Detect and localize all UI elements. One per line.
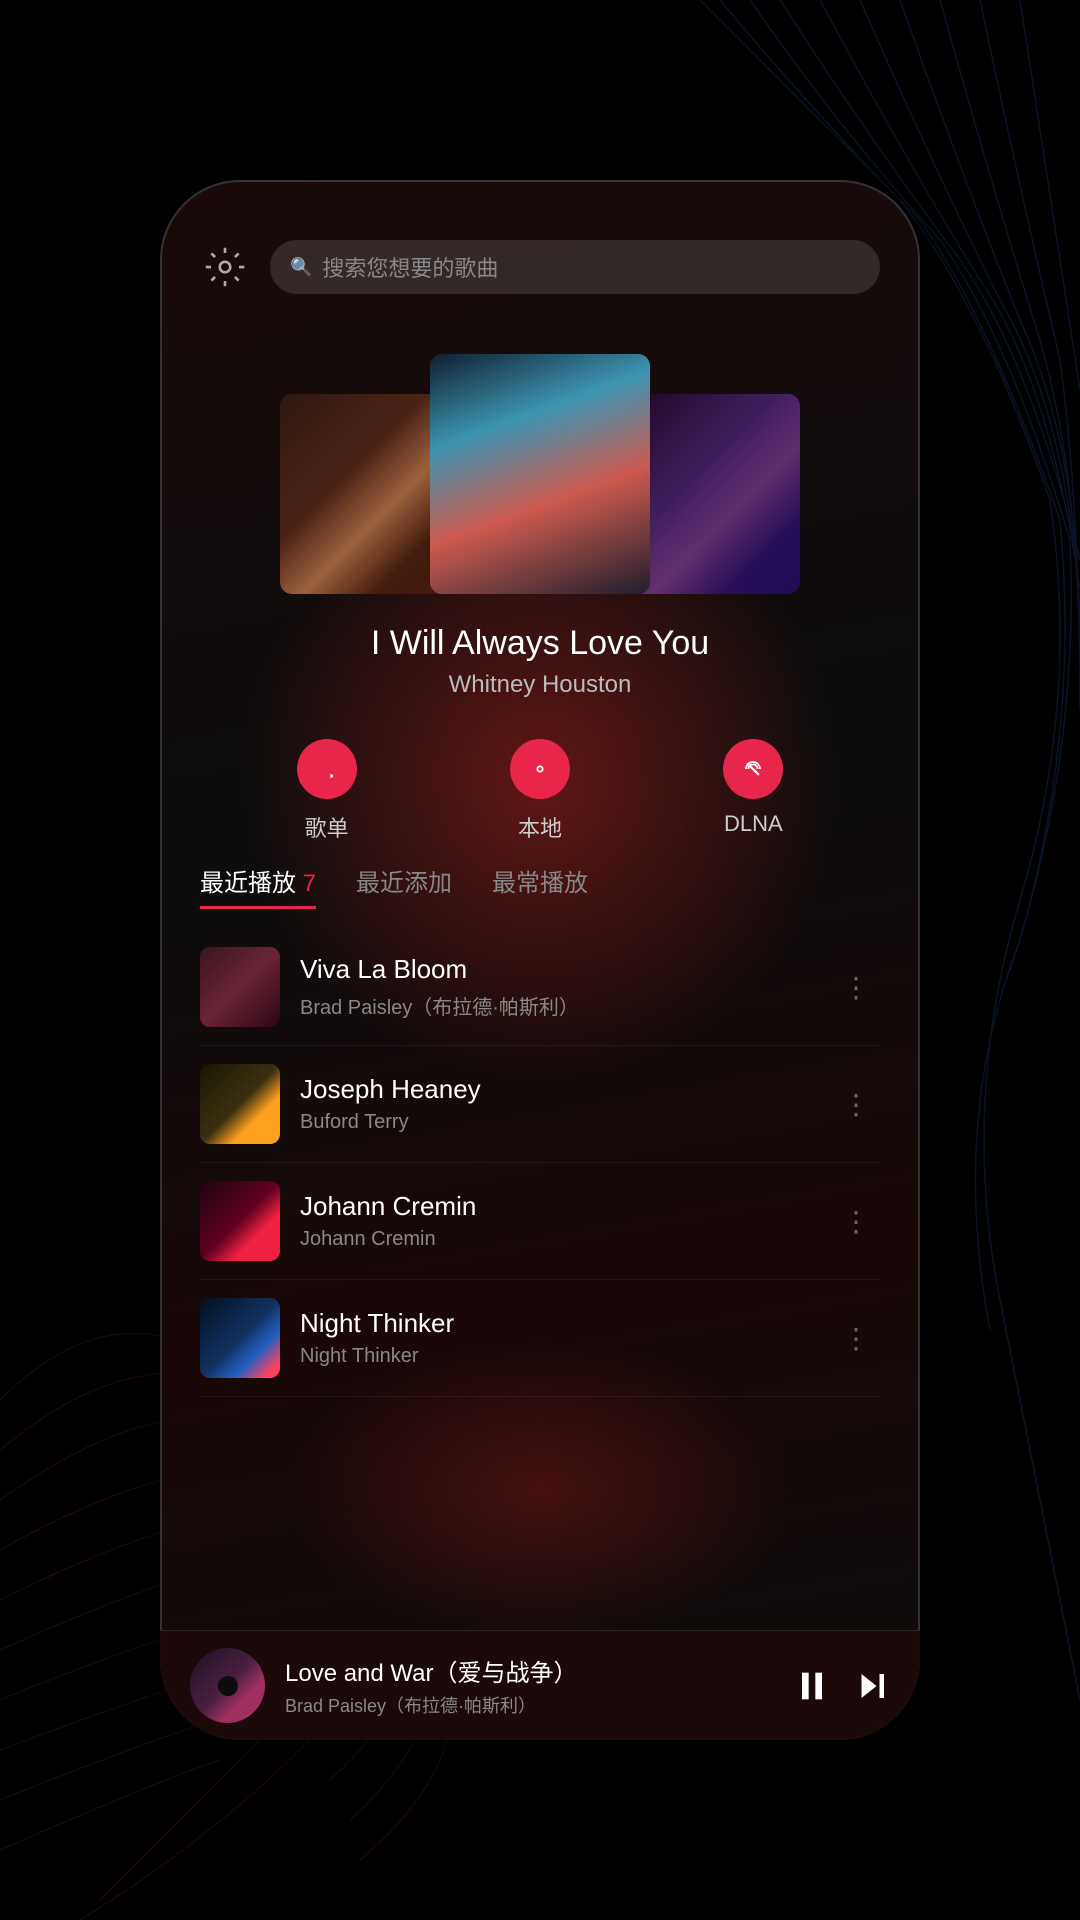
song-artist-3: Night Thinker xyxy=(300,1345,812,1368)
featured-song-info: I Will Always Love You Whitney Houston xyxy=(160,594,920,709)
dlna-icon xyxy=(723,739,783,799)
album-card-right[interactable] xyxy=(630,394,800,594)
search-placeholder: 搜索您想要的歌曲 xyxy=(322,251,498,283)
album-art-right xyxy=(630,394,800,594)
more-button-3[interactable]: ⋮ xyxy=(832,1312,880,1365)
song-item-0[interactable]: Viva La Bloom Brad Paisley（布拉德·帕斯利） ⋮ xyxy=(200,929,880,1046)
featured-song-artist: Whitney Houston xyxy=(160,671,920,699)
nav-tab-local[interactable]: 本地 xyxy=(510,739,570,843)
more-button-2[interactable]: ⋮ xyxy=(832,1195,880,1248)
song-details-1: Joseph Heaney Buford Terry xyxy=(300,1074,812,1134)
local-icon xyxy=(510,739,570,799)
list-section: 最近播放 7 最近添加 最常播放 Viva La Bloom Brad Pais… xyxy=(160,863,920,1397)
song-thumb-0 xyxy=(200,947,280,1027)
playlist-icon xyxy=(297,739,357,799)
tab-recent[interactable]: 最近播放 7 xyxy=(200,863,316,909)
more-button-0[interactable]: ⋮ xyxy=(832,961,880,1014)
song-name-1: Joseph Heaney xyxy=(300,1074,812,1105)
nav-tab-local-label: 本地 xyxy=(518,811,562,843)
search-bar[interactable]: 🔍 搜索您想要的歌曲 xyxy=(270,240,880,294)
album-art-center xyxy=(430,354,650,594)
tab-added[interactable]: 最近添加 xyxy=(356,863,452,909)
settings-button[interactable] xyxy=(200,242,250,292)
now-playing-title: Love and War（爱与战争） xyxy=(285,1653,769,1688)
tab-recent-count: 7 xyxy=(303,870,316,897)
now-playing-thumb xyxy=(190,1648,265,1723)
tab-recent-label: 最近播放 xyxy=(200,870,296,897)
header: 🔍 搜索您想要的歌曲 xyxy=(160,180,920,314)
song-item-2[interactable]: Johann Cremin Johann Cremin ⋮ xyxy=(200,1163,880,1280)
nav-tab-playlist[interactable]: 歌单 xyxy=(297,739,357,843)
nav-tab-dlna-label: DLNA xyxy=(724,811,783,837)
song-details-2: Johann Cremin Johann Cremin xyxy=(300,1191,812,1251)
song-artist-1: Buford Terry xyxy=(300,1111,812,1134)
song-item-1[interactable]: Joseph Heaney Buford Terry ⋮ xyxy=(200,1046,880,1163)
song-artist-2: Johann Cremin xyxy=(300,1228,812,1251)
album-art-left xyxy=(280,394,450,594)
phone-container: 🔍 搜索您想要的歌曲 I Will Always Love You Whitne… xyxy=(160,180,920,1740)
song-thumb-art-0 xyxy=(200,947,280,1027)
song-thumb-3 xyxy=(200,1298,280,1378)
song-thumb-2 xyxy=(200,1181,280,1261)
nav-tabs: 歌单 本地 DLNA xyxy=(160,709,920,863)
featured-song-title: I Will Always Love You xyxy=(160,624,920,663)
album-card-left[interactable] xyxy=(280,394,450,594)
search-icon: 🔍 xyxy=(290,257,312,278)
song-thumb-art-3 xyxy=(200,1298,280,1378)
song-item-3[interactable]: Night Thinker Night Thinker ⋮ xyxy=(200,1280,880,1397)
now-playing-bar: Love and War（爱与战争） Brad Paisley（布拉德·帕斯利） xyxy=(160,1630,920,1740)
next-button[interactable] xyxy=(854,1668,890,1704)
player-controls xyxy=(789,1666,890,1706)
album-carousel xyxy=(160,314,920,594)
song-details-0: Viva La Bloom Brad Paisley（布拉德·帕斯利） xyxy=(300,954,812,1020)
now-playing-info: Love and War（爱与战争） Brad Paisley（布拉德·帕斯利） xyxy=(285,1653,769,1718)
song-name-3: Night Thinker xyxy=(300,1308,812,1339)
song-thumb-art-2 xyxy=(200,1181,280,1261)
pause-button[interactable] xyxy=(789,1666,834,1706)
nav-tab-playlist-label: 歌单 xyxy=(305,811,349,843)
song-thumb-1 xyxy=(200,1064,280,1144)
song-details-3: Night Thinker Night Thinker xyxy=(300,1308,812,1368)
song-name-2: Johann Cremin xyxy=(300,1191,812,1222)
album-card-center[interactable] xyxy=(430,354,650,594)
list-tabs: 最近播放 7 最近添加 最常播放 xyxy=(200,863,880,909)
now-playing-artist: Brad Paisley（布拉德·帕斯利） xyxy=(285,1692,769,1718)
song-artist-0: Brad Paisley（布拉德·帕斯利） xyxy=(300,991,812,1020)
tab-frequent[interactable]: 最常播放 xyxy=(492,863,588,909)
song-name-0: Viva La Bloom xyxy=(300,954,812,985)
nav-tab-dlna[interactable]: DLNA xyxy=(723,739,783,843)
song-list: Viva La Bloom Brad Paisley（布拉德·帕斯利） ⋮ Jo… xyxy=(200,929,880,1397)
more-button-1[interactable]: ⋮ xyxy=(832,1078,880,1131)
song-thumb-art-1 xyxy=(200,1064,280,1144)
